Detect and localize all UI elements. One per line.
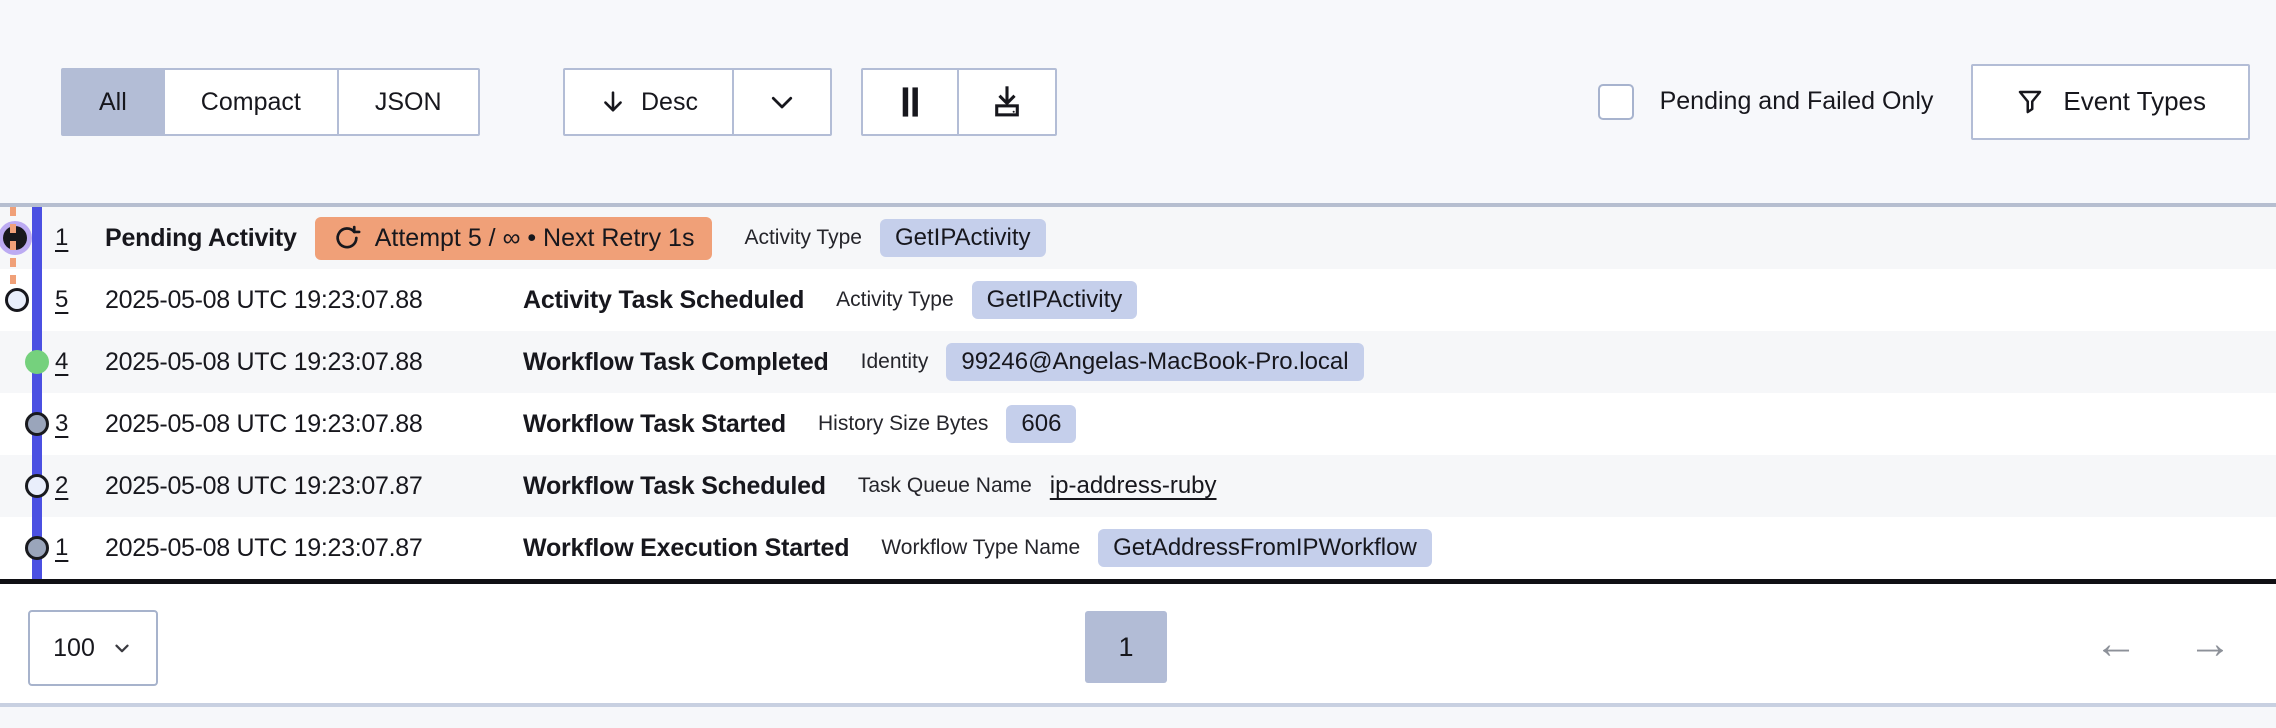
event-detail-label: Activity Type — [836, 288, 954, 311]
page-1-button[interactable]: 1 — [1085, 611, 1167, 683]
event-history-page: All Compact JSON Desc Pending and Failed… — [0, 0, 2276, 728]
pending-failed-only-checkbox[interactable] — [1597, 83, 1634, 120]
chevron-down-icon — [111, 637, 133, 659]
event-row[interactable]: 5 2025-05-08 UTC 19:23:07.88 Activity Ta… — [0, 269, 2276, 331]
sort-order-control: Desc — [563, 68, 832, 136]
chevron-down-icon — [767, 87, 797, 117]
event-timestamp: 2025-05-08 UTC 19:23:07.88 — [105, 409, 423, 438]
retry-icon — [333, 224, 361, 252]
event-detail-label: History Size Bytes — [818, 412, 989, 435]
sort-desc-button[interactable]: Desc — [565, 70, 734, 134]
sort-menu-button[interactable] — [734, 70, 830, 134]
arrow-left-icon[interactable]: ← — [2094, 621, 2138, 666]
event-detail-label: Workflow Type Name — [881, 536, 1081, 559]
event-id-link[interactable]: 5 — [55, 286, 77, 314]
event-id-link[interactable]: 2 — [55, 472, 77, 500]
event-detail-value: 606 — [1006, 405, 1077, 443]
event-status-dot — [25, 350, 49, 374]
event-detail-value: GetIPActivity — [879, 219, 1046, 257]
timeline-line — [32, 207, 42, 579]
event-id-link[interactable]: 4 — [55, 348, 77, 376]
page-size-value: 100 — [53, 633, 95, 662]
event-row[interactable]: 2 2025-05-08 UTC 19:23:07.87 Workflow Ta… — [0, 455, 2276, 517]
event-history-toolbar: All Compact JSON Desc Pending and Failed… — [0, 0, 2276, 203]
event-name: Workflow Task Scheduled — [523, 471, 826, 500]
event-detail-value[interactable]: ip-address-ruby — [1050, 472, 1217, 500]
event-id-link[interactable]: 3 — [55, 410, 77, 438]
event-status-dot — [25, 412, 49, 436]
page-size-select[interactable]: 100 — [28, 610, 158, 686]
event-history-list: 1 Pending Activity Attempt 5 / ∞ • Next … — [0, 207, 2276, 579]
view-mode-toggle: All Compact JSON — [61, 68, 480, 136]
download-icon — [989, 84, 1025, 120]
event-id-link[interactable]: 1 — [55, 224, 77, 252]
pager-arrows: ← → — [2094, 584, 2232, 703]
pending-failed-only-label: Pending and Failed Only — [1659, 87, 1934, 115]
event-name: Workflow Task Completed — [523, 347, 829, 376]
filter-funnel-icon — [2015, 87, 2045, 117]
arrow-right-icon[interactable]: → — [2188, 621, 2232, 666]
event-name: Workflow Execution Started — [523, 533, 850, 562]
pending-retry-badge: Attempt 5 / ∞ • Next Retry 1s — [314, 216, 713, 260]
event-timestamp: 2025-05-08 UTC 19:23:07.87 — [105, 471, 423, 500]
toolbar-right-cluster: Pending and Failed Only Event Types — [1597, 0, 2250, 203]
event-timestamp: 2025-05-08 UTC 19:23:07.88 — [105, 347, 423, 376]
event-status-dot — [25, 474, 49, 498]
event-name: Workflow Task Started — [523, 409, 786, 438]
pending-failed-only-toggle[interactable]: Pending and Failed Only — [1597, 83, 1934, 120]
event-detail-value: GetAddressFromIPWorkflow — [1098, 529, 1432, 567]
event-detail-label: Task Queue Name — [857, 474, 1032, 497]
view-mode-compact[interactable]: Compact — [164, 70, 339, 134]
event-row[interactable]: 1 2025-05-08 UTC 19:23:07.87 Workflow Ex… — [0, 517, 2276, 579]
view-mode-all[interactable]: All — [63, 70, 165, 134]
event-detail-label: Activity Type — [744, 226, 862, 249]
event-types-label: Event Types — [2063, 86, 2206, 116]
event-timestamp: 2025-05-08 UTC 19:23:07.88 — [105, 285, 423, 314]
event-row[interactable]: 4 2025-05-08 UTC 19:23:07.88 Workflow Ta… — [0, 331, 2276, 393]
pause-icon — [895, 85, 925, 119]
retry-badge-text: Attempt 5 / ∞ • Next Retry 1s — [374, 223, 695, 252]
sort-label: Desc — [641, 87, 698, 116]
download-button[interactable] — [959, 70, 1055, 134]
event-detail-label: Identity — [860, 350, 929, 373]
view-mode-json[interactable]: JSON — [338, 70, 478, 134]
pagination-footer: 100 1 ← → — [0, 584, 2276, 703]
event-status-dot — [25, 536, 49, 560]
event-detail-value: 99246@Angelas-MacBook-Pro.local — [946, 343, 1364, 381]
event-timestamp: 2025-05-08 UTC 19:23:07.87 — [105, 533, 423, 562]
event-name: Pending Activity — [105, 223, 297, 252]
playback-download-group — [861, 68, 1057, 136]
pending-retry-dashed-line — [10, 207, 16, 289]
pause-button[interactable] — [863, 70, 959, 134]
arrow-down-icon — [599, 88, 627, 116]
event-name: Activity Task Scheduled — [523, 285, 805, 314]
event-types-filter-button[interactable]: Event Types — [1971, 63, 2250, 140]
event-id-link[interactable]: 1 — [55, 534, 77, 562]
event-row[interactable]: 1 Pending Activity Attempt 5 / ∞ • Next … — [0, 207, 2276, 269]
event-detail-value: GetIPActivity — [971, 281, 1138, 319]
bottom-strip — [0, 707, 2276, 728]
event-row[interactable]: 3 2025-05-08 UTC 19:23:07.88 Workflow Ta… — [0, 393, 2276, 455]
event-status-dot — [5, 288, 29, 312]
